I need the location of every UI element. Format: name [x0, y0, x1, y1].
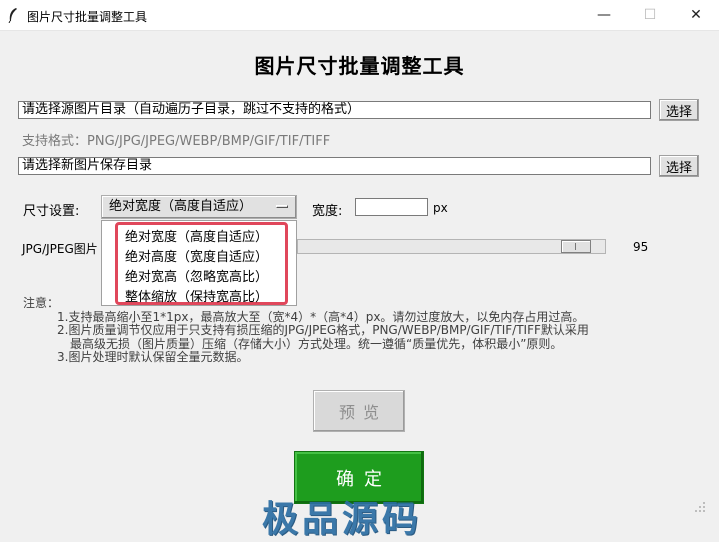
dest-dir-input[interactable]: 请选择新图片保存目录 [18, 157, 651, 175]
width-unit: px [433, 201, 448, 215]
size-mode-selected: 绝对宽度（高度自适应） [109, 199, 253, 214]
title-bar: 图片尺寸批量调整工具 — ☐ ✕ [0, 0, 719, 31]
size-mode-select[interactable]: 绝对宽度（高度自适应） [101, 195, 297, 219]
resize-grip-icon[interactable] [687, 498, 707, 518]
quality-value: 95 [633, 240, 649, 254]
maximize-icon: ☐ [643, 7, 657, 23]
minimize-icon: — [597, 7, 611, 23]
notes-block: 注意： 1.支持最高缩小至1*1px，最高放大至（宽*4）*（高*4）px。请勿… [23, 296, 589, 365]
maximize-button[interactable]: ☐ [627, 0, 673, 30]
note-line: 最高级无损（图片质量）压缩（存储大小）方式处理。统一遵循“质量优先，体积最小”原… [70, 336, 563, 351]
note-line: 2.图片质量调节仅应用于只支持有损压缩的JPG/JPEG格式，PNG/WEBP/… [57, 323, 589, 337]
close-icon: ✕ [690, 7, 702, 23]
page-title: 图片尺寸批量调整工具 [254, 54, 465, 78]
feather-icon [8, 8, 17, 23]
close-button[interactable]: ✕ [673, 0, 719, 30]
size-mode-dropdown: 绝对宽度（高度自适应） 绝对高度（宽度自适应） 绝对宽高（忽略宽高比） 整体缩放… [101, 220, 297, 306]
size-option-abs-width[interactable]: 绝对宽度（高度自适应） [125, 226, 268, 245]
width-label: 宽度: [312, 204, 343, 219]
size-option-abs-both[interactable]: 绝对宽高（忽略宽高比） [125, 266, 268, 285]
size-label: 尺寸设置: [23, 204, 80, 219]
select-dest-button[interactable]: 选择 [659, 155, 699, 177]
dropdown-indicator-icon [276, 205, 288, 208]
preview-button[interactable]: 预览 [313, 390, 405, 432]
watermark-logo: 极品源码 [262, 499, 423, 540]
source-dir-input[interactable]: 请选择源图片目录（自动遍历子目录，跳过不支持的格式） [18, 101, 651, 119]
formats-label: 支持格式：PNG/JPG/JPEG/WEBP/BMP/GIF/TIF/TIFF [22, 134, 331, 149]
window-title: 图片尺寸批量调整工具 [27, 10, 148, 24]
size-option-abs-height[interactable]: 绝对高度（宽度自适应） [125, 246, 268, 265]
note-line: 3.图片处理时默认保留全量元数据。 [57, 350, 249, 364]
width-input[interactable] [355, 198, 428, 216]
notes-title: 注意： [23, 296, 60, 310]
quality-label: JPG/JPEG图片 [22, 242, 98, 256]
minimize-button[interactable]: — [581, 0, 627, 30]
quality-slider[interactable] [297, 239, 606, 254]
select-source-button[interactable]: 选择 [659, 99, 699, 121]
note-line: 1.支持最高缩小至1*1px，最高放大至（宽*4）*（高*4）px。请勿过度放大… [57, 309, 585, 324]
quality-slider-thumb[interactable] [561, 240, 591, 253]
